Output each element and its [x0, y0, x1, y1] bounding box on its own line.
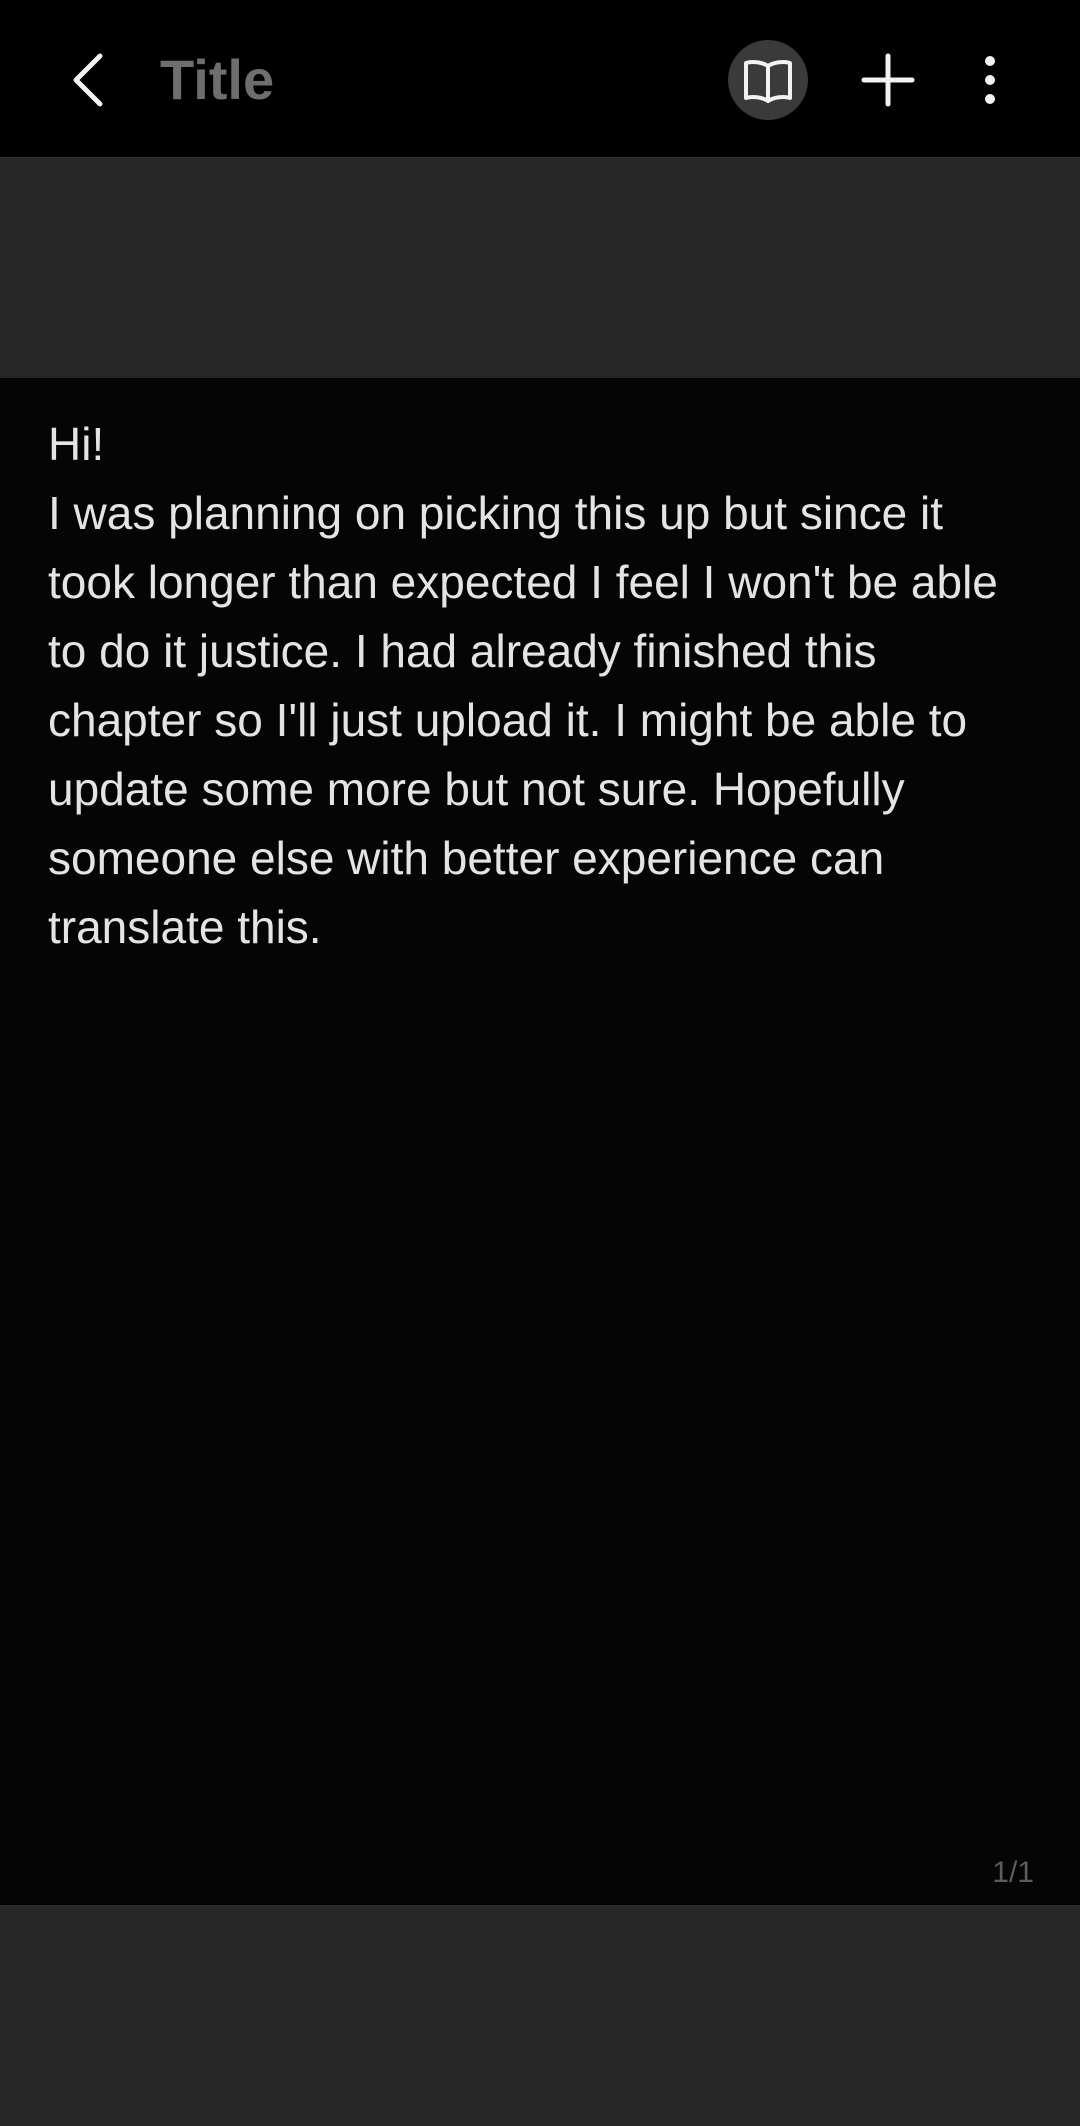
open-book-icon — [744, 60, 792, 103]
note-content-area[interactable]: Hi! I was planning on picking this up bu… — [0, 378, 1080, 1904]
back-button[interactable] — [56, 40, 120, 120]
page-indicator: 1/1 — [992, 1856, 1034, 1889]
bottom-area — [0, 1905, 1080, 2126]
plus-icon — [861, 53, 915, 107]
note-text[interactable]: Hi! I was planning on picking this up bu… — [48, 410, 1038, 962]
more-options-button[interactable] — [960, 40, 1020, 120]
page-title[interactable]: Title — [160, 44, 274, 116]
add-button[interactable] — [848, 40, 928, 120]
more-vertical-icon — [985, 56, 995, 104]
reading-mode-button[interactable] — [728, 40, 808, 120]
chevron-left-icon — [73, 53, 103, 107]
top-app-bar: Title — [0, 0, 1080, 157]
toolbar-area — [0, 157, 1080, 378]
